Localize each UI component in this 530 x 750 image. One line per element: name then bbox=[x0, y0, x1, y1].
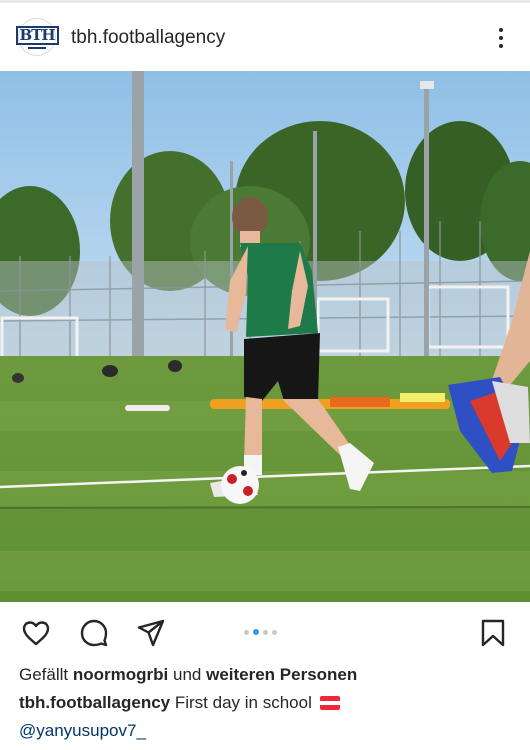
likes-others-link[interactable]: weiteren Personen bbox=[206, 665, 357, 684]
avatar-logo-underline bbox=[28, 46, 46, 49]
save-button[interactable] bbox=[478, 618, 508, 648]
avatar-logo: BTH bbox=[15, 22, 59, 52]
comment-button[interactable] bbox=[79, 618, 109, 648]
carousel-dot-active bbox=[253, 629, 259, 635]
caption-username[interactable]: tbh.footballagency bbox=[19, 693, 170, 713]
carousel-dot bbox=[263, 629, 268, 635]
send-icon bbox=[137, 619, 165, 647]
more-dot bbox=[499, 36, 503, 40]
more-dot bbox=[499, 44, 503, 48]
post-actions bbox=[0, 602, 530, 660]
caption-text-body: First day in school bbox=[174, 693, 312, 712]
carousel-dot bbox=[244, 629, 249, 635]
carousel-indicator bbox=[244, 629, 277, 635]
bookmark-icon bbox=[481, 619, 505, 647]
avatar-logo-text: BTH bbox=[15, 25, 59, 45]
caption-mention[interactable]: @yanyusupov7_ bbox=[19, 721, 146, 741]
likes-prefix: Gefällt bbox=[19, 665, 69, 684]
more-vertical-icon bbox=[499, 28, 503, 32]
likes-suffix-label: und weiteren Personen bbox=[173, 665, 358, 684]
likes-summary: Gefällt noormogrbi und weiteren Personen bbox=[19, 665, 357, 685]
heart-icon bbox=[22, 621, 50, 646]
likes-user-link[interactable]: noormogrbi bbox=[73, 665, 168, 684]
comment-icon bbox=[80, 619, 108, 647]
avatar[interactable]: BTH bbox=[15, 18, 59, 56]
post-username[interactable]: tbh.footballagency bbox=[71, 27, 225, 49]
post-caption: tbh.footballagency First day in school bbox=[19, 693, 340, 713]
share-button[interactable] bbox=[136, 618, 166, 648]
post-header: BTH tbh.footballagency bbox=[0, 3, 530, 71]
like-button[interactable] bbox=[21, 618, 51, 648]
post-photo[interactable] bbox=[0, 71, 530, 602]
more-options-button[interactable] bbox=[492, 25, 510, 51]
carousel-dot bbox=[272, 629, 277, 635]
austria-flag-icon bbox=[319, 696, 340, 710]
